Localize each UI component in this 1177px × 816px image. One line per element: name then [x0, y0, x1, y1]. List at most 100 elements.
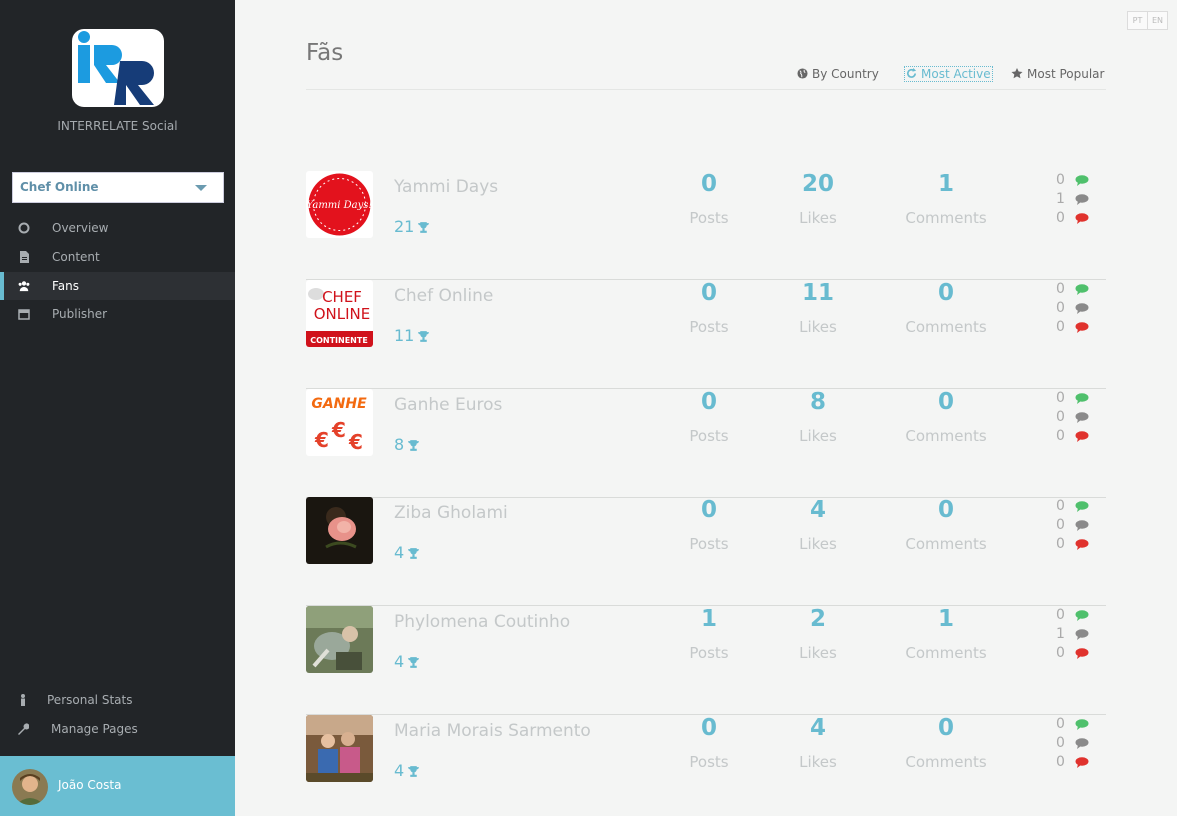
negative-comments: 0 — [1056, 210, 1106, 230]
comments-label: Comments — [905, 535, 987, 553]
svg-text:€: € — [348, 430, 363, 454]
fan-score-value: 4 — [394, 652, 405, 671]
positive-count: 0 — [1056, 498, 1065, 514]
fan-row[interactable]: Phylomena Coutinho 4 1 Posts 2 Likes 1 Comm… — [306, 606, 1106, 715]
page-select[interactable]: Chef Online — [12, 172, 224, 203]
posts-label: Posts — [689, 644, 729, 662]
filter-most-active-box: Most Active — [904, 66, 993, 82]
positive-count: 0 — [1056, 716, 1065, 732]
fan-name[interactable]: Maria Morais Sarmento — [394, 721, 591, 741]
fan-name[interactable]: Phylomena Coutinho — [394, 612, 570, 632]
user-bar[interactable]: João Costa — [0, 756, 235, 816]
likes-stat: 11 Likes — [778, 280, 858, 336]
negative-comments: 0 — [1056, 645, 1106, 665]
positive-count: 0 — [1056, 390, 1065, 406]
comments-count: 1 — [937, 606, 954, 632]
negative-count: 0 — [1056, 645, 1065, 661]
likes-label: Likes — [799, 535, 837, 553]
comments-stat: 0 Comments — [896, 389, 996, 445]
fan-score-value: 8 — [394, 435, 405, 454]
fan-name[interactable]: Ganhe Euros — [394, 395, 502, 415]
comments-stat: 1 Comments — [896, 171, 996, 227]
manage-pages-label: Manage Pages — [51, 722, 138, 736]
negative-comments: 0 — [1056, 428, 1106, 448]
posts-count: 0 — [700, 389, 717, 415]
chat-bubble-positive-icon — [1075, 393, 1089, 404]
filter-most-popular[interactable]: Most Popular — [1011, 67, 1104, 81]
fan-row[interactable]: Maria Morais Sarmento 4 0 Posts 4 Likes 0 C… — [306, 715, 1106, 816]
comments-stat: 0 Comments — [896, 497, 996, 553]
star-icon — [1011, 68, 1023, 79]
comments-label: Comments — [905, 318, 987, 336]
personal-stats-label: Personal Stats — [47, 693, 133, 707]
comments-count: 0 — [937, 497, 954, 523]
chat-bubble-positive-icon — [1075, 719, 1089, 730]
positive-comments: 0 — [1056, 390, 1106, 410]
calendar-icon — [18, 309, 30, 320]
fan-thumbnail[interactable]: CHEF ONLINE CONTINENTE — [306, 280, 373, 347]
likes-label: Likes — [799, 427, 837, 445]
personal-stats-link[interactable]: Personal Stats — [0, 688, 235, 712]
lang-pt-button[interactable]: PT — [1127, 11, 1148, 30]
filter-most-active[interactable]: Most Active — [904, 66, 993, 82]
chat-bubble-neutral-icon — [1075, 738, 1089, 749]
chat-bubble-neutral-icon — [1075, 520, 1089, 531]
lang-en-button[interactable]: EN — [1147, 11, 1168, 30]
nav-item-publisher[interactable]: Publisher — [0, 300, 235, 328]
chat-bubble-neutral-icon — [1075, 412, 1089, 423]
neutral-count: 0 — [1056, 517, 1065, 533]
chat-bubble-neutral-icon — [1075, 303, 1089, 314]
fan-row[interactable]: CHEF ONLINE CONTINENTE Chef Online 11 0 P… — [306, 280, 1106, 389]
fan-row[interactable]: GANHE € € € Ganhe Euros 8 0 Posts 8 Likes … — [306, 389, 1106, 498]
posts-stat: 0 Posts — [669, 389, 749, 445]
neutral-comments: 0 — [1056, 517, 1106, 537]
interrelate-logo[interactable] — [70, 27, 166, 109]
trophy-icon — [418, 331, 430, 342]
fan-thumbnail[interactable] — [306, 715, 373, 782]
posts-stat: 0 Posts — [669, 715, 749, 771]
refresh-icon — [907, 68, 917, 78]
fan-thumbnail[interactable] — [306, 606, 373, 673]
fan-score-value: 4 — [394, 543, 405, 562]
fan-thumbnail[interactable]: Yammi Days! — [306, 171, 373, 238]
page-title: Fãs — [306, 40, 344, 66]
comments-count: 0 — [937, 389, 954, 415]
neutral-comments: 0 — [1056, 735, 1106, 755]
fan-thumbnail[interactable] — [306, 497, 373, 564]
chat-bubble-negative-icon — [1075, 648, 1089, 659]
chat-bubble-neutral-icon — [1075, 194, 1089, 205]
fan-name[interactable]: Yammi Days — [394, 177, 498, 197]
fan-row[interactable]: Ziba Gholami 4 0 Posts 4 Likes 0 Comments 0… — [306, 497, 1106, 606]
users-icon — [18, 281, 30, 292]
posts-label: Posts — [689, 427, 729, 445]
svg-text:€: € — [314, 428, 329, 452]
thumb-text: CONTINENTE — [310, 336, 368, 345]
svg-text:€: € — [331, 418, 346, 442]
document-icon — [20, 251, 29, 263]
comments-label: Comments — [905, 753, 987, 771]
fan-thumbnail[interactable]: GANHE € € € — [306, 389, 373, 456]
nav-item-overview[interactable]: Overview — [0, 214, 235, 242]
chevron-down-icon — [195, 185, 207, 191]
posts-count: 0 — [700, 497, 717, 523]
nav-item-label: Fans — [52, 279, 80, 293]
filter-by-country[interactable]: By Country — [797, 67, 879, 81]
fan-name[interactable]: Chef Online — [394, 286, 493, 306]
likes-count: 8 — [809, 389, 826, 415]
manage-pages-link[interactable]: Manage Pages — [0, 717, 235, 741]
avatar — [12, 769, 48, 805]
chat-bubble-negative-icon — [1075, 322, 1089, 333]
comments-count: 0 — [937, 715, 954, 741]
fan-score: 4 — [394, 543, 420, 562]
fan-score-value: 11 — [394, 326, 415, 345]
circle-icon — [18, 222, 30, 234]
negative-count: 0 — [1056, 754, 1065, 770]
neutral-comments: 0 — [1056, 300, 1106, 320]
likes-label: Likes — [799, 753, 837, 771]
fan-row[interactable]: Yammi Days! Yammi Days 21 0 Posts 20 Likes… — [306, 171, 1106, 280]
fan-name[interactable]: Ziba Gholami — [394, 503, 508, 523]
fan-score: 4 — [394, 652, 420, 671]
nav-item-fans[interactable]: Fans — [0, 272, 235, 300]
nav-item-content[interactable]: Content — [0, 243, 235, 271]
likes-count: 20 — [801, 171, 834, 197]
